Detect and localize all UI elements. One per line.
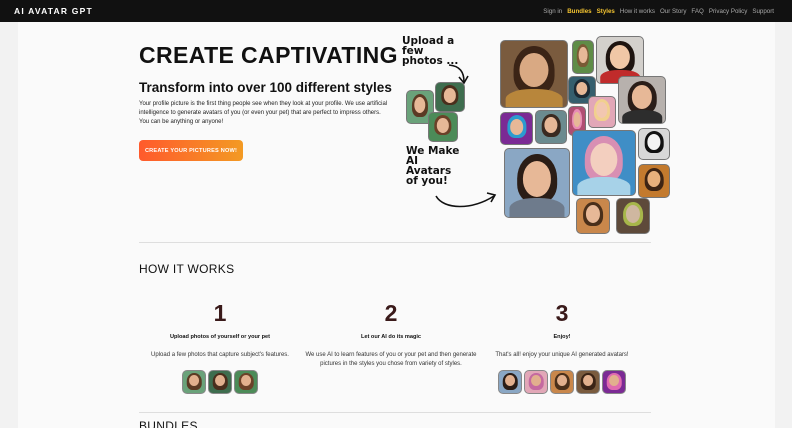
avatar-photo [588,96,616,128]
step-2: 2 Let our AI do its magic We use AI to l… [296,300,486,369]
step-description: Upload a few photos that capture subject… [151,352,289,358]
avatar-photo [500,40,568,108]
thumbnail-photo [550,370,574,394]
upload-photo [428,112,458,142]
nav-support[interactable]: Support [752,8,774,15]
avatar-photo [572,40,594,74]
avatar-photo [572,130,636,196]
hero-subtitle: Transform into over 100 different styles [139,80,392,95]
avatar-photo [576,198,610,234]
nav-privacy-policy[interactable]: Privacy Policy [709,8,748,15]
upload-photo [435,82,465,112]
thumbnail-photo [576,370,600,394]
create-pictures-button[interactable]: CREATE YOUR PICTURES NOW! [139,140,243,161]
hero-title: CREATE CAPTIVATING [139,42,398,68]
step-number: 3 [555,300,569,326]
thumbnail-photo [524,370,548,394]
collage-make-text: We Make AI Avatars of you! [406,145,460,187]
top-navbar: AI AVATAR GPT Sign in Bundles Styles How… [0,0,792,22]
nav-bundles[interactable]: Bundles [567,8,591,15]
thumbnail-photo [208,370,232,394]
how-it-works-title: HOW IT WORKS [139,262,235,276]
avatar-photo [638,128,670,160]
bundles-title: BUNDLES [139,419,198,428]
main-nav: Sign in Bundles Styles How it works Our … [543,8,774,15]
avatar-photo [638,164,670,198]
step-description: We use AI to learn features of you or yo… [305,352,477,367]
step-1: 1 Upload photos of yourself or your pet … [125,300,315,394]
avatar-photo [535,110,567,144]
avatar-photo [616,198,650,234]
avatar-collage: Upload a few photos ... We Make AI Avata… [402,34,672,234]
nav-styles[interactable]: Styles [597,8,615,15]
page-content: CREATE CAPTIVATING Transform into over 1… [18,22,775,428]
step-number: 2 [384,300,398,326]
thumbnail-photo [234,370,258,394]
nav-sign-in[interactable]: Sign in [543,8,562,15]
thumbnail-photo [498,370,522,394]
step-number: 1 [213,300,227,326]
section-divider [139,242,651,243]
thumbnail-photo [182,370,206,394]
step-3: 3 Enjoy! That's all! enjoy your unique A… [467,300,657,394]
nav-our-story[interactable]: Our Story [660,8,686,15]
hero-description: Your profile picture is the first thing … [139,101,388,125]
avatar-photo [504,148,570,218]
step-title: Let our AI do its magic [360,334,422,340]
section-divider [139,412,651,413]
arrow-right-icon [435,192,497,208]
step-thumbnails [125,370,315,394]
avatar-photo [618,76,666,124]
brand-logo[interactable]: AI AVATAR GPT [14,6,93,16]
nav-faq[interactable]: FAQ [691,8,703,15]
step-thumbnails [467,370,657,394]
step-title: Upload photos of yourself or your pet [169,334,271,340]
step-title: Enjoy! [553,334,571,340]
step-description: That's all! enjoy your unique AI generat… [495,352,629,358]
nav-how-it-works[interactable]: How it works [620,8,655,15]
avatar-photo [500,112,533,145]
thumbnail-photo [602,370,626,394]
